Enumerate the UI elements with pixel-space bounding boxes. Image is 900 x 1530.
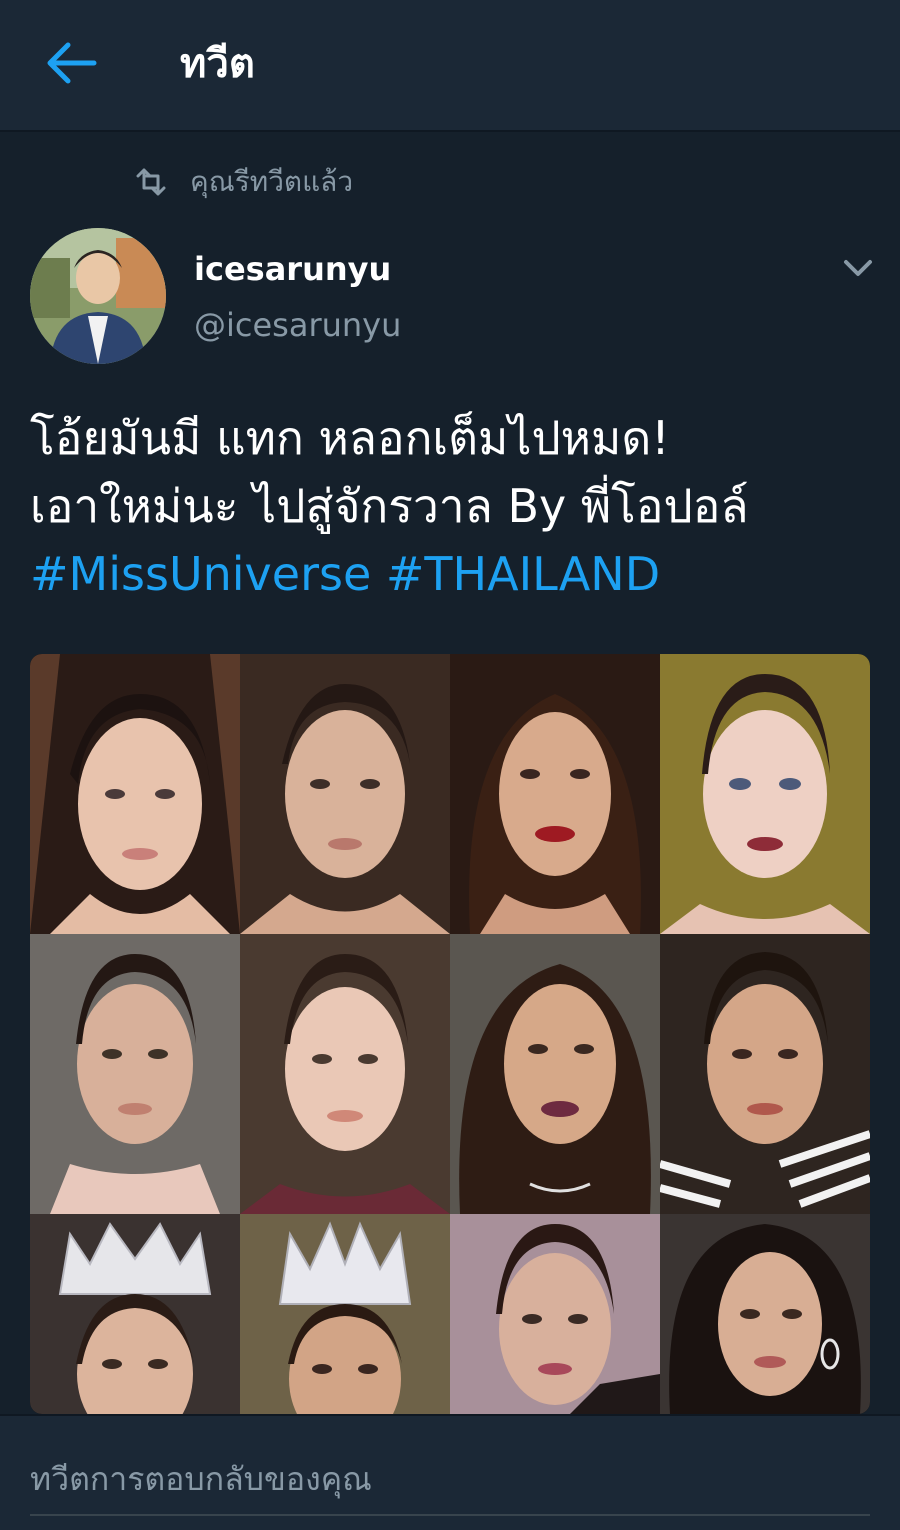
- portrait-photo: [660, 1214, 870, 1414]
- user-handle[interactable]: @icesarunyu: [194, 304, 401, 346]
- portrait-photo: [30, 654, 240, 934]
- retweet-notice: คุณรีทวีตแล้ว: [134, 160, 353, 204]
- portrait-photo: [450, 1214, 660, 1414]
- display-name[interactable]: icesarunyu: [194, 248, 391, 290]
- page-title: ทวีต: [180, 41, 255, 87]
- reply-input[interactable]: ทวีตการตอบกลับของคุณ: [30, 1454, 870, 1504]
- top-bar: ทวีต: [0, 0, 900, 132]
- reply-underline: [30, 1514, 870, 1516]
- portrait-photo: [240, 654, 450, 934]
- retweet-label: คุณรีทวีตแล้ว: [190, 165, 354, 198]
- tweet-text: โอ้ยมันมี แทก หลอกเต็มไปหมด! เอาใหม่นะ ไ…: [30, 404, 880, 608]
- reply-bar: ทวีตการตอบกลับของคุณ: [0, 1414, 900, 1530]
- portrait-photo: [450, 654, 660, 934]
- portrait-photo: [450, 934, 660, 1214]
- portrait-photo: [30, 1214, 240, 1414]
- back-button[interactable]: [44, 40, 100, 86]
- portrait-photo: [240, 934, 450, 1214]
- portrait-photo: [240, 1214, 450, 1414]
- tweet-text-line: โอ้ยมันมี แทก หลอกเต็มไปหมด!: [30, 411, 670, 465]
- arrow-left-icon: [47, 42, 97, 84]
- portrait-photo: [660, 934, 870, 1214]
- hashtag-link[interactable]: #MissUniverse: [30, 547, 371, 601]
- avatar[interactable]: [30, 228, 166, 364]
- chevron-down-icon: [844, 260, 872, 276]
- tweet-text-line: เอาใหม่นะ ไปสู่จักรวาล By พี่โอปอล์: [30, 479, 749, 533]
- hashtag-line: #MissUniverse #THAILAND: [30, 540, 880, 608]
- hashtag-link[interactable]: #THAILAND: [386, 547, 660, 601]
- tweet-image[interactable]: [30, 654, 870, 1414]
- portrait-photo: [660, 654, 870, 934]
- tweet-menu-button[interactable]: [836, 252, 880, 282]
- retweet-icon: [136, 168, 166, 196]
- portrait-photo: [30, 934, 240, 1214]
